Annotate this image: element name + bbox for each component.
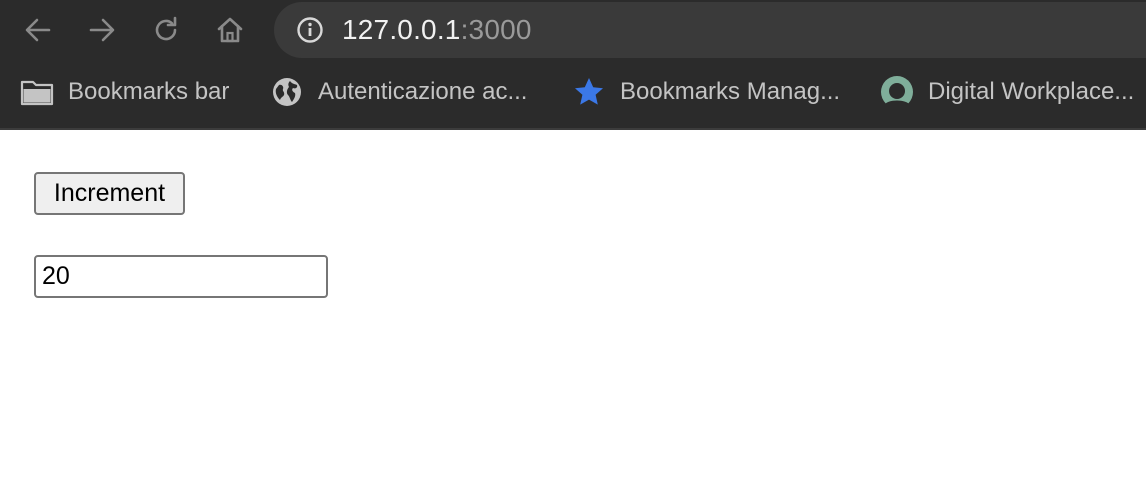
arrow-right-icon (89, 18, 115, 42)
bookmarks-bar: Bookmarks bar Autenticazione ac... Bookm… (0, 60, 1146, 128)
bookmark-autenticazione[interactable]: Autenticazione ac... (270, 74, 527, 110)
url-port: :3000 (460, 14, 532, 45)
home-icon (217, 17, 243, 43)
bookmark-label: Digital Workplace... (928, 78, 1135, 105)
browser-chrome: 127.0.0.1:3000 Bookmarks bar Autenticazi… (0, 0, 1146, 130)
folder-icon (20, 75, 54, 109)
bookmark-label: Bookmarks Manag... (620, 78, 841, 105)
address-bar[interactable]: 127.0.0.1:3000 (274, 2, 1146, 58)
reload-icon (155, 16, 177, 41)
address-url[interactable]: 127.0.0.1:3000 (342, 14, 532, 46)
site-info-button[interactable] (296, 16, 324, 44)
bookmark-label: Bookmarks bar (68, 78, 230, 105)
page-content: Increment (0, 130, 1146, 494)
forward-button[interactable] (84, 12, 120, 48)
back-button[interactable] (20, 12, 56, 48)
bookmark-digital-workplace[interactable]: Digital Workplace... (880, 74, 1134, 110)
bookmark-folder-bookmarks-bar[interactable]: Bookmarks bar (20, 74, 229, 110)
star-icon (572, 75, 606, 109)
globe-icon (270, 75, 304, 109)
info-circle-icon (297, 17, 323, 43)
reload-button[interactable] (148, 12, 184, 48)
increment-button[interactable]: Increment (34, 172, 185, 215)
bookmark-bookmarks-manager[interactable]: Bookmarks Manag... (572, 74, 840, 110)
browser-toolbar: 127.0.0.1:3000 (0, 0, 1146, 60)
url-host: 127.0.0.1 (342, 14, 461, 45)
home-button[interactable] (212, 12, 248, 48)
arrow-left-icon (25, 18, 51, 42)
circle-logo-icon (880, 75, 914, 109)
counter-input[interactable] (34, 255, 328, 298)
bookmark-label: Autenticazione ac... (318, 78, 528, 105)
